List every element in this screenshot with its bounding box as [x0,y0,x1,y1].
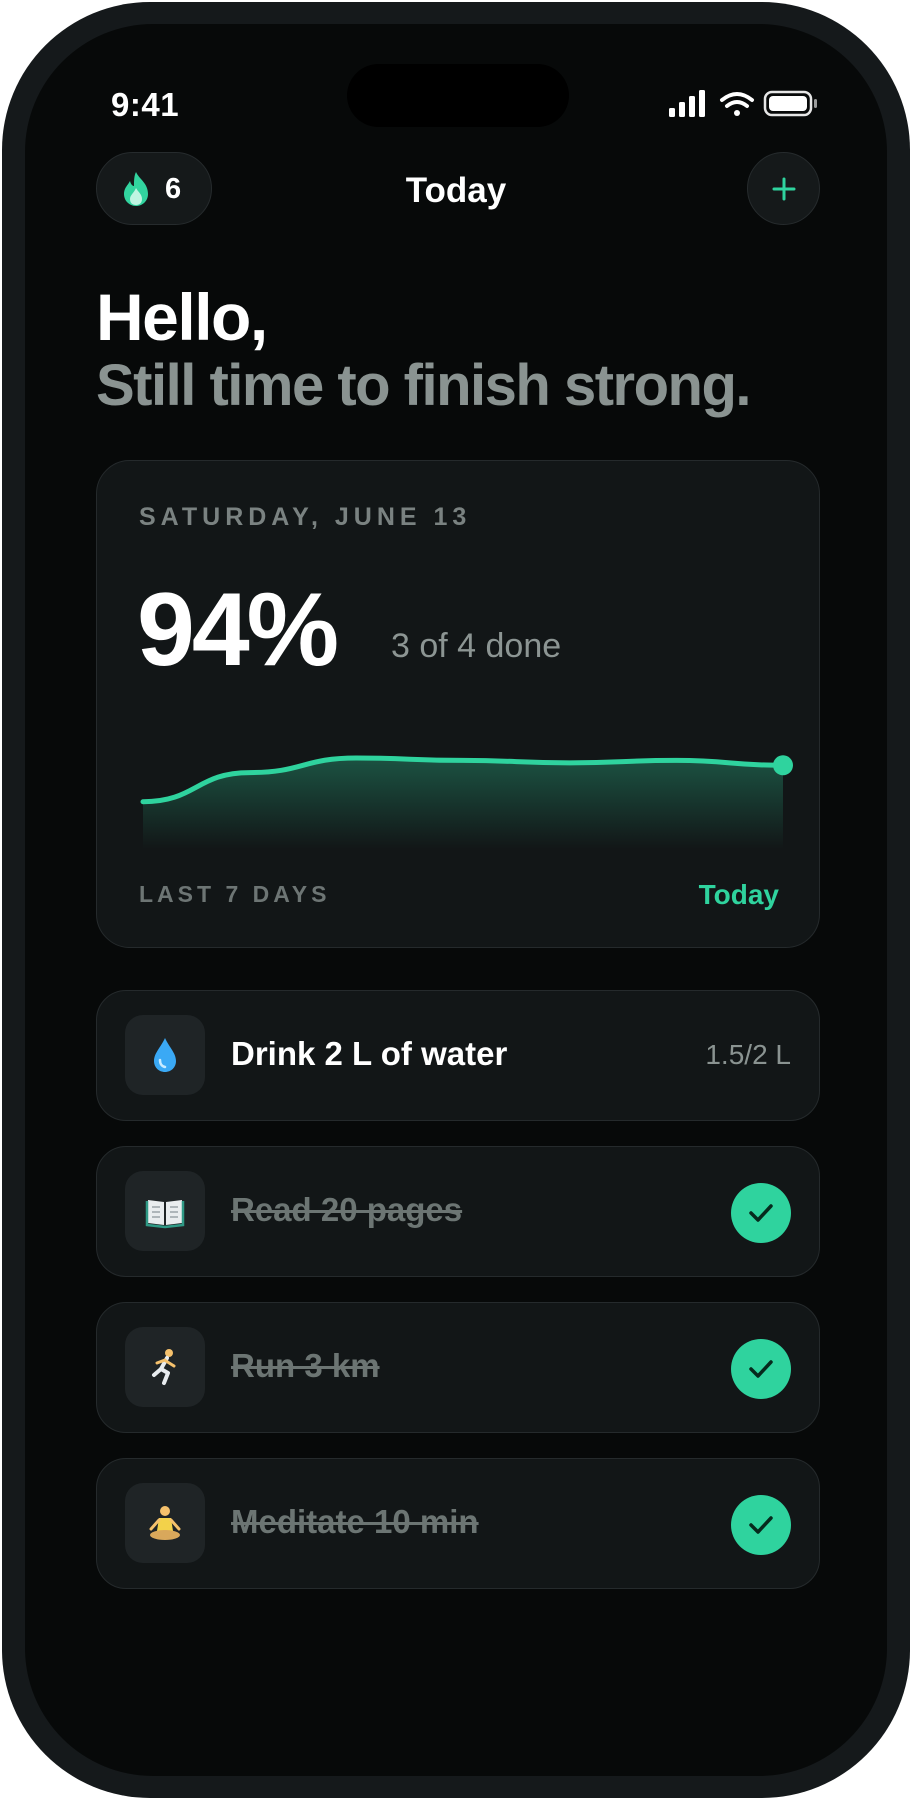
trend-chart [140,755,793,849]
battery-icon [763,90,817,117]
wifi-icon [720,92,754,116]
signal-icon [669,90,705,117]
completion-percent: 94% [137,572,339,688]
water-drop-icon [154,1038,176,1072]
dynamic-island [347,64,569,127]
plus-icon [772,177,796,201]
summary-date: SATURDAY, JUNE 13 [139,503,472,531]
done-count: 3 of 4 done [391,627,562,665]
habit-label: Meditate 10 min [231,1503,479,1540]
runner-icon [152,1349,176,1385]
book-icon [145,1200,185,1229]
meditation-icon [149,1506,181,1540]
habit-item-meditate[interactable]: Meditate 10 min [96,1458,820,1589]
habit-icon-tile [125,1327,205,1407]
checkmark-icon [749,1360,773,1378]
checkmark-icon [749,1516,773,1534]
add-habit-button[interactable] [747,152,820,225]
habit-progress: 1.5/2 L [705,1039,791,1070]
phone-frame: 9:41 6 Today Hello, Still time to finish… [2,2,910,1798]
status-icons [669,90,817,117]
chart-today-label: Today [698,879,779,910]
habit-check-button[interactable] [731,1339,791,1399]
habit-item-run[interactable]: Run 3 km [96,1302,820,1433]
greeting-subtitle: Still time to finish strong. [96,353,752,418]
greeting-title: Hello, [96,280,268,354]
habit-item-read[interactable]: Read 20 pages [96,1146,820,1277]
habit-icon-tile [125,1015,205,1095]
habit-icon-tile [125,1483,205,1563]
today-point [773,755,793,776]
habit-label: Read 20 pages [231,1191,463,1228]
status-time: 9:41 [111,86,180,123]
app-screen: 9:41 6 Today Hello, Still time to finish… [25,24,887,1776]
habit-check-button[interactable] [731,1183,791,1243]
habit-label: Run 3 km [231,1347,380,1384]
chart-range-label: LAST 7 DAYS [139,881,331,907]
habit-item-water[interactable]: Drink 2 L of water 1.5/2 L [96,990,820,1121]
habit-check-button[interactable] [731,1495,791,1555]
habit-icon-tile [125,1171,205,1251]
daily-summary-card: SATURDAY, JUNE 13 94% 3 of 4 done LAST 7… [96,460,820,948]
habit-label: Drink 2 L of water [231,1035,508,1072]
checkmark-icon [749,1204,773,1222]
